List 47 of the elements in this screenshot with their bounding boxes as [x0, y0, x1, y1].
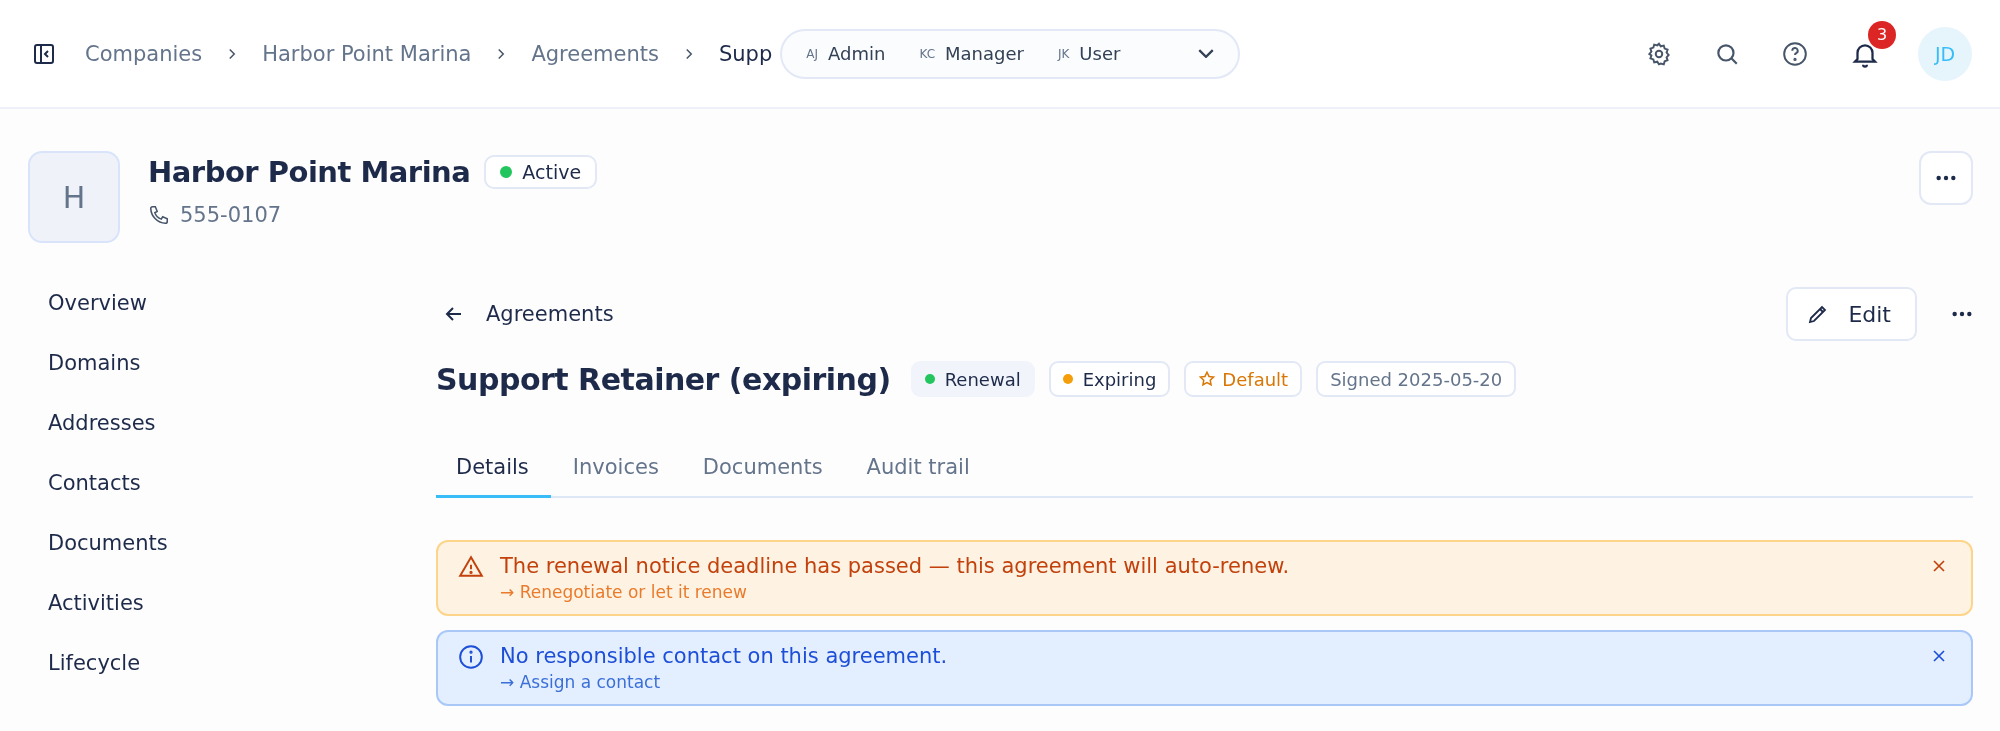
edit-button[interactable]: Edit — [1786, 287, 1917, 341]
user-initials: AJ — [806, 46, 819, 61]
agreement-title: Support Retainer (expiring) — [436, 361, 891, 397]
sidebar-item[interactable]: Contacts — [48, 471, 436, 495]
alert-action-link[interactable]: → Assign a contact — [500, 672, 948, 692]
role-label: Admin — [828, 43, 886, 64]
status-badge: Active — [484, 155, 598, 189]
role-label: User — [1079, 43, 1121, 64]
back-link[interactable]: Agreements — [442, 302, 614, 326]
tag: Default — [1184, 361, 1303, 397]
phone-icon — [148, 204, 170, 226]
tag: Renewal — [910, 361, 1035, 397]
sidebar-toggle-icon[interactable] — [32, 41, 56, 66]
breadcrumb-link[interactable]: Agreements — [531, 41, 659, 66]
role-label: Manager — [945, 43, 1024, 64]
star-icon — [1198, 370, 1217, 388]
alert-message: No responsible contact on this agreement. — [500, 644, 948, 668]
sidebar-item[interactable]: Overview — [48, 291, 436, 315]
sidebar-item[interactable]: Addresses — [48, 411, 436, 435]
user-initials: JK — [1057, 46, 1070, 61]
chevron-down-icon — [1198, 49, 1215, 58]
tag: Expiring — [1048, 361, 1171, 397]
help-icon[interactable] — [1782, 40, 1808, 67]
tab[interactable]: Details — [436, 455, 551, 498]
sidebar-item[interactable]: Lifecycle — [48, 651, 436, 675]
tab[interactable]: Invoices — [550, 455, 681, 498]
breadcrumb-link[interactable]: Harbor Point Marina — [262, 41, 472, 66]
company-avatar: H — [28, 151, 120, 243]
sidebar-item[interactable]: Documents — [48, 531, 436, 555]
breadcrumb-link[interactable]: Companies — [85, 41, 203, 66]
breadcrumb-link[interactable]: Supp — [719, 41, 773, 66]
tag: Signed 2025-05-20 — [1316, 361, 1517, 397]
role-switcher[interactable]: AJ Admin KC Manager JK User — [780, 28, 1241, 79]
alert-message: The renewal notice deadline has passed — this agreement will auto-renew. — [500, 554, 1290, 578]
sidebar-item[interactable]: Domains — [48, 351, 436, 375]
settings-icon[interactable] — [1646, 40, 1672, 67]
tab[interactable]: Documents — [680, 455, 845, 498]
warning-icon — [458, 554, 484, 580]
phone-number: 555-0107 — [180, 203, 282, 227]
sidebar-item[interactable]: Activities — [48, 591, 436, 615]
info-icon — [458, 644, 484, 670]
more-icon[interactable] — [1951, 310, 1973, 318]
tab[interactable]: Audit trail — [844, 455, 992, 498]
more-icon — [1935, 174, 1957, 182]
notification-count: 3 — [1868, 20, 1896, 49]
user-initials: KC — [919, 46, 935, 61]
company-name: Harbor Point Marina — [148, 155, 471, 189]
